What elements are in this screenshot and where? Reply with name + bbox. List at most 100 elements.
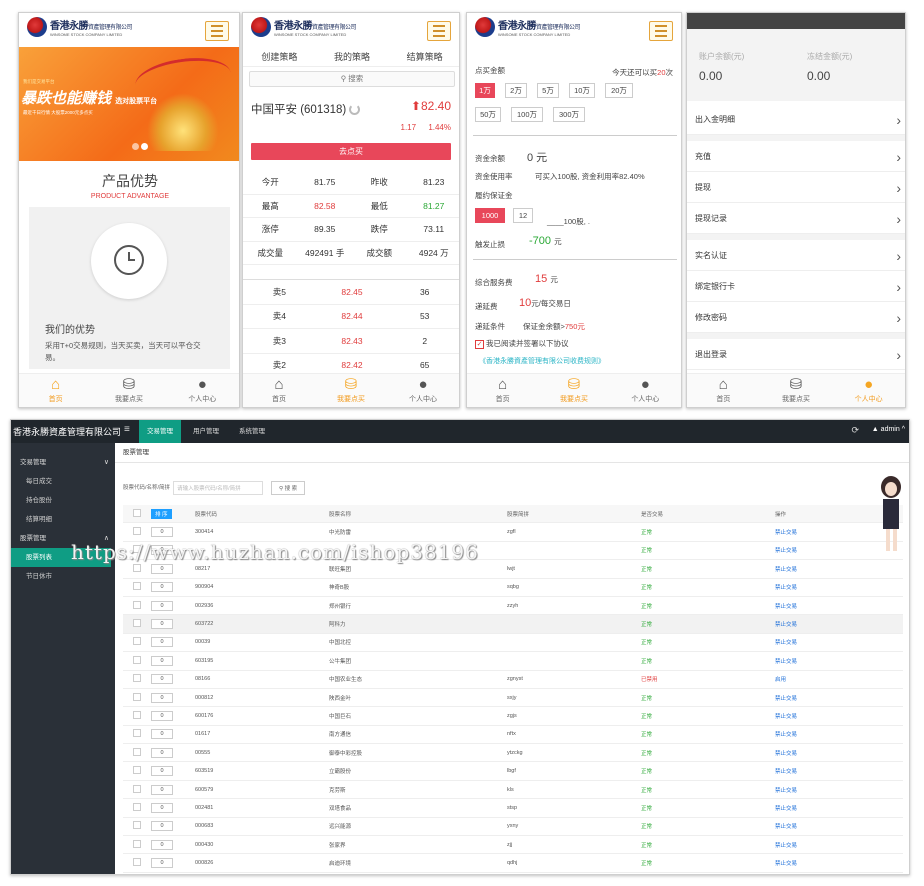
agreement-link[interactable]: 《香港永勝資產管理有限公司收费规则》 <box>479 356 605 366</box>
sort-input[interactable]: 0 <box>151 527 173 538</box>
tab-home[interactable]: ⌂ 首页 <box>467 374 538 407</box>
amount-chip[interactable]: 10万 <box>569 83 595 98</box>
amount-chip[interactable]: 2万 <box>505 83 527 98</box>
toggle-trade-link[interactable]: 禁止交易 <box>775 749 903 757</box>
tab-home[interactable]: ⌂ 首页 <box>243 374 315 407</box>
toggle-trade-link[interactable]: 禁止交易 <box>775 730 903 738</box>
menu-button[interactable] <box>205 21 229 41</box>
menu-logout[interactable]: 退出登录 <box>687 340 905 370</box>
tab-buy[interactable]: ⛁ 我要点买 <box>315 374 387 407</box>
sort-input[interactable]: 0 <box>151 655 173 666</box>
sort-button[interactable]: 排 序 <box>151 508 172 519</box>
menu-withdraw-records[interactable]: 提现记录 <box>687 204 905 234</box>
sort-input[interactable]: 0 <box>151 692 173 703</box>
search-button[interactable]: ⚲ 搜 索 <box>271 481 306 495</box>
sort-input[interactable]: 0 <box>151 637 173 648</box>
search-input[interactable]: 请输入股票代码/名称/简拼 <box>173 481 264 495</box>
sort-input[interactable]: 0 <box>151 747 173 758</box>
toggle-trade-link[interactable]: 禁止交易 <box>775 767 903 775</box>
toggle-trade-link[interactable]: 禁止交易 <box>775 583 903 591</box>
amount-chip[interactable]: 300万 <box>553 107 585 122</box>
row-checkbox[interactable] <box>133 527 141 536</box>
sidebar-item[interactable]: 节日休市 <box>11 567 115 586</box>
toggle-trade-link[interactable]: 禁止交易 <box>775 804 903 812</box>
tab-profile[interactable]: ● 个人中心 <box>610 374 681 407</box>
amount-chip[interactable]: 50万 <box>475 107 501 122</box>
menu-button[interactable] <box>649 21 673 41</box>
row-checkbox[interactable] <box>133 692 141 701</box>
row-checkbox[interactable] <box>133 839 141 848</box>
sort-input[interactable]: 0 <box>151 674 173 685</box>
amount-chip[interactable]: 100万 <box>511 107 543 122</box>
sort-input[interactable]: 0 <box>151 766 173 777</box>
row-checkbox[interactable] <box>133 674 141 683</box>
sort-input[interactable]: 0 <box>151 729 173 740</box>
row-checkbox[interactable] <box>133 582 141 591</box>
sort-input[interactable]: 0 <box>151 600 173 611</box>
sort-input[interactable]: 0 <box>151 821 173 832</box>
select-all-checkbox[interactable] <box>133 508 141 517</box>
row-checkbox[interactable] <box>133 858 141 867</box>
sidebar-item[interactable]: 结算明细 <box>11 510 115 529</box>
sort-input[interactable]: 0 <box>151 858 173 869</box>
margin-input[interactable]: 12 <box>513 208 533 223</box>
agree-checkbox[interactable]: ✓ 我已阅读并签署以下协议 <box>475 338 569 349</box>
sort-input[interactable]: 0 <box>151 802 173 813</box>
amount-chip[interactable]: 20万 <box>605 83 633 98</box>
tab-profile[interactable]: ● 个人中心 <box>832 374 905 407</box>
sort-input[interactable]: 0 <box>151 839 173 850</box>
sort-input[interactable]: 0 <box>151 784 173 795</box>
refresh-icon[interactable]: ⟳ <box>851 425 859 436</box>
menu-change-password[interactable]: 修改密码 <box>687 303 905 333</box>
menu-recharge[interactable]: 充值 <box>687 142 905 172</box>
user-menu[interactable]: ▲ admin ^ <box>872 426 905 433</box>
tab-create-strategy[interactable]: 创建策略 <box>243 47 316 66</box>
margin-chip-1000[interactable]: 1000 <box>475 208 505 223</box>
row-checkbox[interactable] <box>133 637 141 646</box>
menu-verify[interactable]: 实名认证 <box>687 241 905 271</box>
toggle-trade-link[interactable]: 禁止交易 <box>775 638 903 646</box>
sort-input[interactable]: 0 <box>151 582 173 593</box>
refresh-icon[interactable] <box>349 104 361 116</box>
menu-bind-card[interactable]: 绑定银行卡 <box>687 272 905 302</box>
sidebar-item[interactable]: 每日成交 <box>11 472 115 491</box>
toggle-trade-link[interactable]: 启用 <box>775 675 903 683</box>
row-checkbox[interactable] <box>133 729 141 738</box>
toggle-trade-link[interactable]: 禁止交易 <box>775 841 903 849</box>
amount-chip[interactable]: 5万 <box>537 83 559 98</box>
nav-users[interactable]: 用户管理 <box>185 420 227 443</box>
hamburger-icon[interactable]: ≡ <box>124 424 130 435</box>
menu-fund-details[interactable]: 出入金明细 <box>687 105 905 135</box>
toggle-trade-link[interactable]: 禁止交易 <box>775 786 903 794</box>
tab-profile[interactable]: ● 个人中心 <box>166 374 239 407</box>
toggle-trade-link[interactable]: 禁止交易 <box>775 565 903 573</box>
toggle-trade-link[interactable]: 禁止交易 <box>775 822 903 830</box>
tab-profile[interactable]: ● 个人中心 <box>387 374 459 407</box>
row-checkbox[interactable] <box>133 655 141 664</box>
sort-input[interactable]: 0 <box>151 619 173 630</box>
row-checkbox[interactable] <box>133 563 141 572</box>
search-input[interactable]: ⚲ 搜索 <box>249 71 455 87</box>
sidebar-item[interactable]: 交易管理 ∨ <box>11 453 115 472</box>
nav-system[interactable]: 系统管理 <box>231 420 273 443</box>
carousel-dots[interactable] <box>131 142 149 152</box>
tab-home[interactable]: ⌂ 首页 <box>687 374 760 407</box>
row-checkbox[interactable] <box>133 821 141 830</box>
tab-buy[interactable]: ⛁ 我要点买 <box>538 374 609 407</box>
toggle-trade-link[interactable]: 禁止交易 <box>775 694 903 702</box>
promo-banner[interactable]: 我们是交易平台 暴跌也能赚钱 选对股票平台 最近千日行情 大股票2000元多点买 <box>19 47 239 161</box>
tab-my-strategy[interactable]: 我的策略 <box>316 47 389 66</box>
sort-input[interactable]: 0 <box>151 710 173 721</box>
buy-button[interactable]: 去点买 <box>251 143 451 160</box>
toggle-trade-link[interactable]: 禁止交易 <box>775 712 903 720</box>
row-checkbox[interactable] <box>133 600 141 609</box>
row-checkbox[interactable] <box>133 784 141 793</box>
tab-buy[interactable]: ⛁ 我要点买 <box>760 374 833 407</box>
tab-settle-strategy[interactable]: 结算策略 <box>388 47 459 66</box>
menu-button[interactable] <box>427 21 451 41</box>
tab-home[interactable]: ⌂ 首页 <box>19 374 92 407</box>
tab-buy[interactable]: ⛁ 我要点买 <box>92 374 165 407</box>
toggle-trade-link[interactable]: 禁止交易 <box>775 859 903 867</box>
amount-chip[interactable]: 1万 <box>475 83 495 98</box>
row-checkbox[interactable] <box>133 802 141 811</box>
